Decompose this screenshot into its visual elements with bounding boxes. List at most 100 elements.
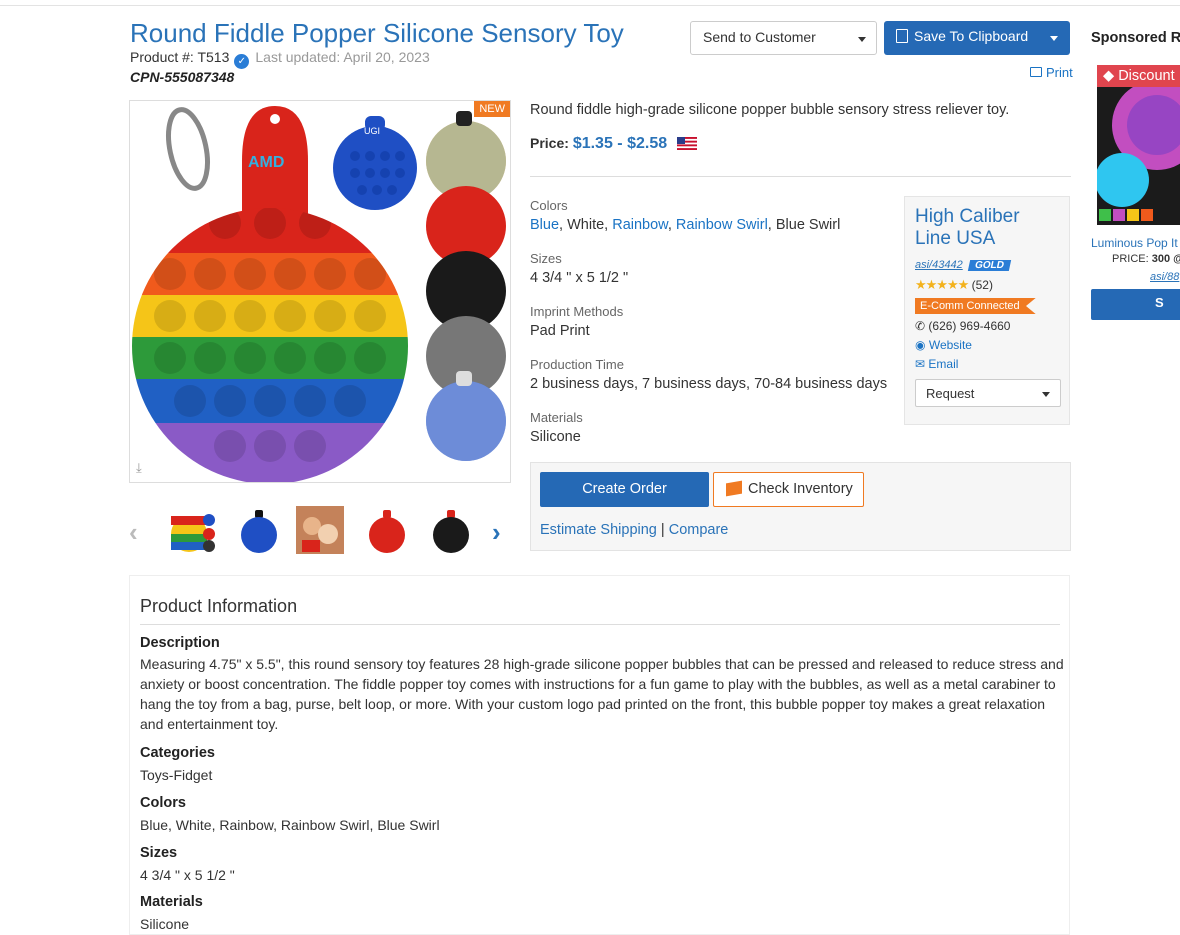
color-link-rainbow[interactable]: Rainbow [612,217,668,233]
sponsored-asi[interactable]: asi/88 [1150,271,1179,283]
print-icon [1030,67,1042,77]
colors-text: Blue, White, Rainbow, Rainbow Swirl, Blu… [140,817,440,833]
last-updated: Last updated: April 20, 2023 [255,49,430,65]
materials-heading: Materials [140,894,203,910]
request-label: Request [926,386,975,401]
thumbnail-5[interactable] [427,506,475,554]
envelope-icon: ✉ [915,357,926,371]
short-description: Round fiddle high-grade silicone popper … [530,102,1010,118]
thumbnail-3[interactable] [296,506,344,554]
production-label: Production Time [530,357,624,372]
color-link-rainbow-swirl[interactable]: Rainbow Swirl [676,217,768,233]
product-information-panel: Product Information Description Measurin… [129,575,1070,935]
cpn-number: CPN-555087348 [130,69,235,85]
divider [140,624,1060,625]
category-link[interactable]: Toys-Fidget [140,765,212,785]
sponsored-heading: Sponsored Re [1091,30,1180,46]
check-inventory-button[interactable]: Check Inventory [713,472,864,507]
product-meta: Product #: T513 ✓ Last updated: April 20, … [130,49,430,69]
production-value: 2 business days, 7 business days, 70-84 … [530,376,888,392]
price-label: Price: [530,135,569,151]
colors-value: Blue, White, Rainbow, Rainbow Swirl, Blu… [530,217,841,233]
price-row: Price: $1.35 - $2.58 [530,135,697,153]
tag-icon: ◆ [1103,68,1115,84]
save-to-clipboard-label: Save To Clipboard [914,28,1029,44]
action-box: Create Order Check Inventory Estimate Sh… [530,462,1071,551]
estimate-shipping-link[interactable]: Estimate Shipping [540,522,657,538]
send-to-customer-dropdown[interactable]: Send to Customer [690,21,877,55]
compare-link[interactable]: Compare [669,522,729,538]
sizes-label: Sizes [530,251,562,266]
create-order-button[interactable]: Create Order [540,472,709,507]
carousel-next-icon[interactable]: › [492,517,501,548]
sizes-value: 4 3/4 " x 5 1/2 " [530,270,629,286]
materials-label: Materials [530,410,583,425]
check-inventory-label: Check Inventory [748,481,853,497]
gold-badge: GOLD [967,260,1011,271]
thumbnail-carousel: ‹ › [129,503,511,559]
top-border [0,0,1180,6]
request-dropdown[interactable]: Request [915,379,1061,407]
product-number: Product #: T513 [130,49,230,65]
rating-stars-icon: ★★★★★ [915,277,969,292]
colors-heading: Colors [140,795,186,811]
description-text: Measuring 4.75" x 5.5", this round senso… [140,656,1064,732]
materials-value: Silicone [530,429,581,445]
download-icon[interactable]: ⤓ [136,460,142,476]
supplier-website-link[interactable]: ◉ Website [915,338,1059,352]
us-flag-icon [677,137,697,150]
thumbnail-1[interactable] [169,506,217,554]
sizes-text: 4 3/4 " x 5 1/2 " [140,867,235,883]
sponsored-price: PRICE: 300 @ [1112,253,1180,265]
sponsored-save-button[interactable]: S [1091,289,1180,320]
sponsored-product-image[interactable]: ◆ Discount [1097,65,1180,225]
imprint-value: Pad Print [530,323,590,339]
new-badge: NEW [474,101,510,117]
attr-imprint: Imprint Methods Pad Print [530,304,623,339]
divider [530,176,1071,177]
price-value: $1.35 - $2.58 [572,135,668,152]
attr-materials: Materials Silicone [530,410,583,445]
print-label: Print [1046,65,1073,80]
description-heading: Description [140,635,220,651]
clipboard-icon [896,29,908,43]
color-white: White [567,217,605,233]
attr-production: Production Time 2 business days, 7 busin… [530,357,887,392]
product-info-title: Product Information [140,596,298,616]
supplier-name[interactable]: High Caliber Line USA [915,206,1059,250]
phone-icon: ✆ [915,319,926,333]
rating-count: (52) [971,278,993,292]
supplier-email-link[interactable]: ✉ Email [915,357,1059,371]
send-to-customer-label: Send to Customer [703,29,816,45]
attr-sizes: Sizes 4 3/4 " x 5 1/2 " [530,251,628,286]
supplier-asi[interactable]: asi/43442 [915,259,963,271]
save-to-clipboard-button[interactable]: Save To Clipboard [884,21,1070,55]
sizes-heading: Sizes [140,845,178,861]
color-link-blue[interactable]: Blue [530,217,559,233]
sponsored-image-art [1097,80,1180,221]
popper-toy-illustration: AMD UGI [132,106,506,482]
color-blue-swirl: Blue Swirl [775,217,841,233]
colors-label: Colors [530,198,568,213]
sponsored-product-name[interactable]: Luminous Pop It [1091,236,1178,250]
ecomm-badge: E-Comm Connected [915,298,1036,314]
supplier-panel: High Caliber Line USA asi/43442 GOLD ★★★★… [904,196,1070,425]
globe-icon: ◉ [915,338,926,352]
materials-text: Silicone [140,916,190,932]
link-separator: | [660,522,665,538]
svg-text:UGI: UGI [364,126,380,136]
imprint-label: Imprint Methods [530,304,624,319]
main-product-image[interactable]: AMD UGI NEW ⤓ [129,100,511,483]
caret-down-icon[interactable] [1050,36,1058,41]
caret-down-icon [858,37,866,42]
categories-heading: Categories [140,745,215,761]
page-title: Round Fiddle Popper Silicone Sensory Toy [130,18,624,48]
thumbnail-2[interactable] [235,506,283,554]
attr-colors: Colors Blue, White, Rainbow, Rainbow Swi… [530,198,840,233]
svg-text:AMD: AMD [248,154,284,171]
print-link[interactable]: Print [1030,65,1073,80]
discount-tag: ◆ Discount [1097,65,1180,87]
supplier-phone: ✆ (626) 969-4660 [915,319,1011,333]
thumbnail-4[interactable] [363,506,411,554]
carousel-prev-icon[interactable]: ‹ [129,517,138,548]
